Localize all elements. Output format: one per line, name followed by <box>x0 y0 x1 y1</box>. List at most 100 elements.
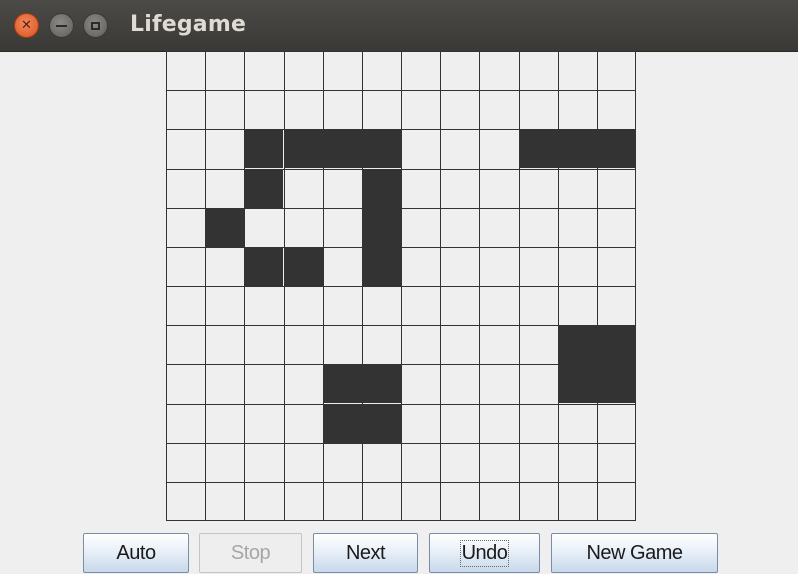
dead-cell[interactable] <box>479 168 519 208</box>
alive-cell[interactable] <box>361 403 401 443</box>
dead-cell[interactable] <box>205 129 245 169</box>
life-board[interactable] <box>166 51 636 521</box>
dead-cell[interactable] <box>283 403 323 443</box>
dead-cell[interactable] <box>166 246 206 286</box>
dead-cell[interactable] <box>596 168 636 208</box>
dead-cell[interactable] <box>205 325 245 365</box>
dead-cell[interactable] <box>518 90 558 130</box>
dead-cell[interactable] <box>401 403 441 443</box>
dead-cell[interactable] <box>244 481 284 521</box>
dead-cell[interactable] <box>596 403 636 443</box>
alive-cell[interactable] <box>361 364 401 404</box>
dead-cell[interactable] <box>166 286 206 326</box>
dead-cell[interactable] <box>401 51 441 91</box>
alive-cell[interactable] <box>596 325 636 365</box>
maximize-icon[interactable] <box>83 13 108 38</box>
dead-cell[interactable] <box>596 207 636 247</box>
dead-cell[interactable] <box>283 442 323 482</box>
dead-cell[interactable] <box>557 51 597 91</box>
alive-cell[interactable] <box>322 129 362 169</box>
dead-cell[interactable] <box>205 481 245 521</box>
dead-cell[interactable] <box>596 481 636 521</box>
dead-cell[interactable] <box>557 403 597 443</box>
alive-cell[interactable] <box>557 325 597 365</box>
dead-cell[interactable] <box>479 325 519 365</box>
alive-cell[interactable] <box>557 129 597 169</box>
alive-cell[interactable] <box>244 168 284 208</box>
minimize-icon[interactable] <box>49 13 74 38</box>
dead-cell[interactable] <box>283 51 323 91</box>
dead-cell[interactable] <box>166 481 206 521</box>
next-button[interactable]: Next <box>313 533 418 573</box>
dead-cell[interactable] <box>361 481 401 521</box>
alive-cell[interactable] <box>557 364 597 404</box>
dead-cell[interactable] <box>283 168 323 208</box>
alive-cell[interactable] <box>361 207 401 247</box>
dead-cell[interactable] <box>596 286 636 326</box>
dead-cell[interactable] <box>479 207 519 247</box>
dead-cell[interactable] <box>479 364 519 404</box>
dead-cell[interactable] <box>440 325 480 365</box>
dead-cell[interactable] <box>322 286 362 326</box>
new-game-button[interactable]: New Game <box>551 533 718 573</box>
dead-cell[interactable] <box>479 442 519 482</box>
dead-cell[interactable] <box>322 325 362 365</box>
dead-cell[interactable] <box>479 246 519 286</box>
dead-cell[interactable] <box>440 51 480 91</box>
dead-cell[interactable] <box>401 207 441 247</box>
dead-cell[interactable] <box>401 168 441 208</box>
dead-cell[interactable] <box>283 207 323 247</box>
dead-cell[interactable] <box>322 168 362 208</box>
dead-cell[interactable] <box>205 364 245 404</box>
dead-cell[interactable] <box>440 207 480 247</box>
dead-cell[interactable] <box>244 51 284 91</box>
dead-cell[interactable] <box>518 207 558 247</box>
dead-cell[interactable] <box>166 442 206 482</box>
dead-cell[interactable] <box>322 481 362 521</box>
dead-cell[interactable] <box>244 364 284 404</box>
alive-cell[interactable] <box>205 207 245 247</box>
dead-cell[interactable] <box>166 364 206 404</box>
dead-cell[interactable] <box>479 286 519 326</box>
dead-cell[interactable] <box>596 246 636 286</box>
dead-cell[interactable] <box>596 90 636 130</box>
alive-cell[interactable] <box>361 168 401 208</box>
dead-cell[interactable] <box>401 364 441 404</box>
alive-cell[interactable] <box>244 129 284 169</box>
alive-cell[interactable] <box>596 364 636 404</box>
dead-cell[interactable] <box>440 481 480 521</box>
dead-cell[interactable] <box>244 325 284 365</box>
alive-cell[interactable] <box>244 246 284 286</box>
dead-cell[interactable] <box>361 90 401 130</box>
dead-cell[interactable] <box>244 90 284 130</box>
dead-cell[interactable] <box>322 90 362 130</box>
dead-cell[interactable] <box>557 286 597 326</box>
alive-cell[interactable] <box>283 246 323 286</box>
alive-cell[interactable] <box>361 246 401 286</box>
dead-cell[interactable] <box>401 286 441 326</box>
dead-cell[interactable] <box>361 51 401 91</box>
dead-cell[interactable] <box>557 481 597 521</box>
dead-cell[interactable] <box>361 442 401 482</box>
dead-cell[interactable] <box>440 442 480 482</box>
dead-cell[interactable] <box>518 325 558 365</box>
dead-cell[interactable] <box>596 51 636 91</box>
dead-cell[interactable] <box>557 442 597 482</box>
alive-cell[interactable] <box>518 129 558 169</box>
auto-button[interactable]: Auto <box>83 533 189 573</box>
dead-cell[interactable] <box>205 246 245 286</box>
dead-cell[interactable] <box>479 51 519 91</box>
dead-cell[interactable] <box>557 207 597 247</box>
alive-cell[interactable] <box>322 403 362 443</box>
alive-cell[interactable] <box>322 364 362 404</box>
dead-cell[interactable] <box>322 246 362 286</box>
dead-cell[interactable] <box>244 207 284 247</box>
dead-cell[interactable] <box>518 286 558 326</box>
dead-cell[interactable] <box>401 90 441 130</box>
dead-cell[interactable] <box>596 442 636 482</box>
dead-cell[interactable] <box>440 364 480 404</box>
dead-cell[interactable] <box>322 207 362 247</box>
dead-cell[interactable] <box>440 168 480 208</box>
close-icon[interactable]: ✕ <box>14 13 39 38</box>
dead-cell[interactable] <box>401 481 441 521</box>
